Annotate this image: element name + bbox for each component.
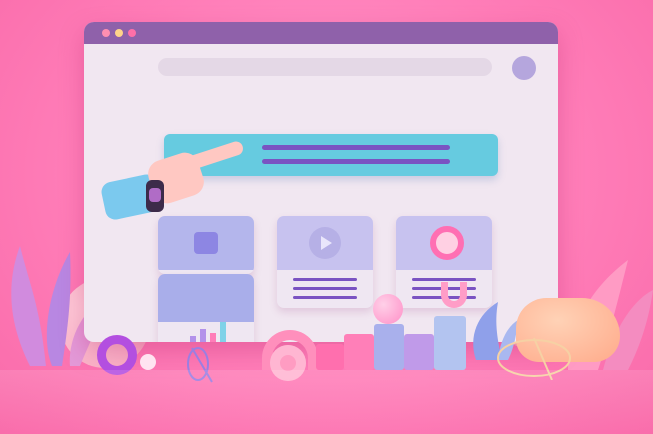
block (374, 324, 404, 370)
chart-card[interactable] (158, 274, 254, 342)
block (316, 344, 344, 370)
card-text-line (412, 278, 476, 281)
mini-bar (190, 336, 196, 342)
title-bar (84, 22, 558, 44)
banner-line (262, 145, 450, 150)
card-header (277, 216, 373, 270)
watch-face (149, 188, 161, 202)
block (344, 334, 374, 370)
image-card[interactable] (158, 216, 254, 274)
mini-bar (210, 333, 216, 342)
magenta-ring-decor (97, 335, 137, 375)
play-triangle-icon (321, 236, 332, 250)
ring-icon (430, 226, 464, 260)
pink-ball-decor (373, 294, 403, 324)
card-header (158, 216, 254, 270)
square-icon (194, 232, 218, 254)
address-bar[interactable] (158, 58, 492, 76)
maximize-dot[interactable] (128, 29, 136, 37)
card-header (396, 216, 492, 270)
mini-bar (220, 322, 226, 342)
card-header (158, 274, 254, 322)
block (434, 316, 466, 370)
banner-line (262, 159, 450, 164)
card-text-line (293, 287, 357, 290)
close-dot[interactable] (102, 29, 110, 37)
card-text-line (293, 296, 357, 299)
mini-bar (200, 329, 206, 342)
avatar[interactable] (512, 56, 536, 80)
magnet-decor (441, 282, 467, 308)
small-white-sphere (140, 354, 156, 370)
block (404, 334, 434, 370)
card-text-line (293, 278, 357, 281)
video-card[interactable] (277, 216, 373, 308)
floor-reflection (0, 370, 653, 434)
minimize-dot[interactable] (115, 29, 123, 37)
